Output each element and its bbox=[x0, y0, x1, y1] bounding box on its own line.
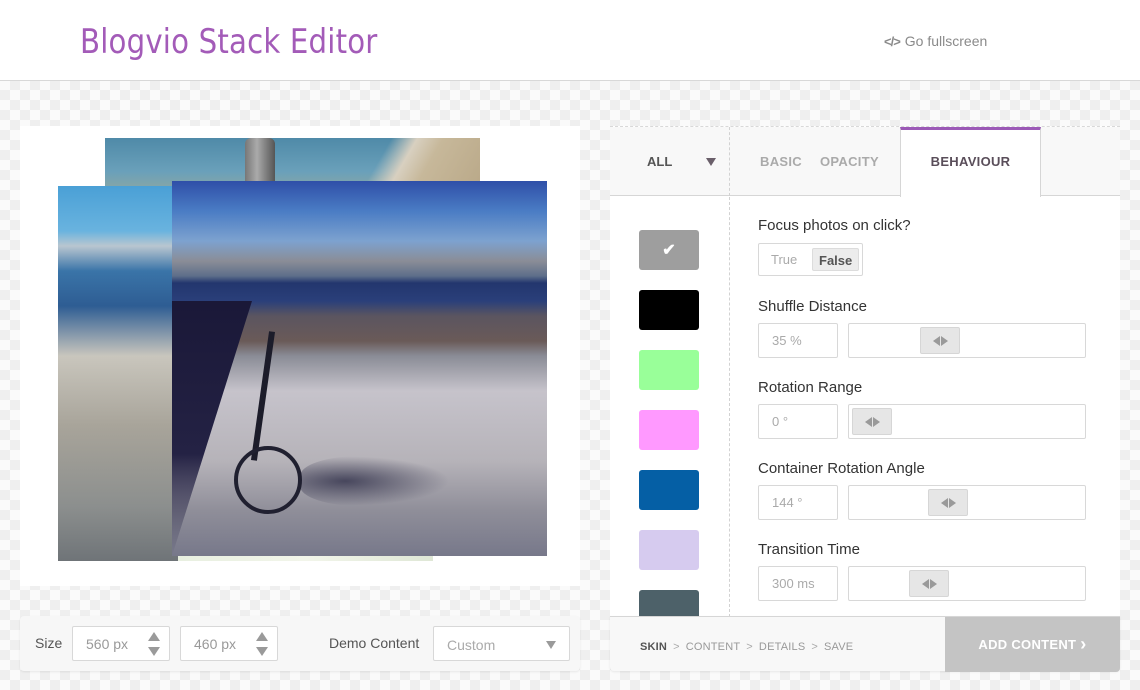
demo-content-value: Custom bbox=[447, 637, 496, 653]
skin-swatch-pink[interactable] bbox=[639, 410, 699, 450]
bike-shadow bbox=[300, 456, 450, 506]
check-icon: ✔ bbox=[662, 242, 676, 259]
focus-false-option[interactable]: False bbox=[812, 248, 860, 271]
arrow-left-icon bbox=[865, 417, 872, 427]
chevron-right-icon: › bbox=[1080, 634, 1087, 654]
arrow-right-icon bbox=[949, 498, 956, 508]
transition-time-label: Transition Time bbox=[758, 541, 860, 558]
app-title: Blogvio Stack Editor bbox=[80, 22, 378, 62]
height-input[interactable]: 460 px bbox=[180, 626, 278, 661]
slider-handle[interactable] bbox=[852, 408, 892, 435]
spinner-down-icon[interactable] bbox=[256, 647, 268, 656]
slider-handle[interactable] bbox=[920, 327, 961, 354]
arrow-left-icon bbox=[933, 336, 941, 346]
step-save[interactable]: SAVE bbox=[824, 641, 853, 653]
tab-opacity[interactable]: OPACITY bbox=[820, 154, 879, 169]
slider-handle[interactable] bbox=[909, 570, 949, 597]
step-separator: > bbox=[673, 641, 680, 653]
step-content[interactable]: CONTENT bbox=[686, 641, 741, 653]
code-icon: </> bbox=[884, 33, 901, 49]
go-fullscreen-label: Go fullscreen bbox=[904, 33, 988, 49]
focus-photos-toggle[interactable]: True False bbox=[758, 243, 863, 276]
arrow-right-icon bbox=[873, 417, 880, 427]
height-spinner[interactable] bbox=[256, 632, 268, 656]
photo-front[interactable] bbox=[172, 181, 547, 556]
stack-preview bbox=[20, 126, 580, 586]
arrow-left-icon bbox=[922, 579, 929, 589]
bike-frame bbox=[250, 331, 276, 461]
skin-swatches: ✔ bbox=[610, 197, 730, 617]
arrow-right-icon bbox=[930, 579, 937, 589]
rotation-range-label: Rotation Range bbox=[758, 379, 863, 396]
skin-swatch-slate[interactable] bbox=[639, 590, 699, 617]
step-separator: > bbox=[746, 641, 753, 653]
wizard-footer: SKIN > CONTENT > DETAILS > SAVE ADD CONT… bbox=[610, 616, 1120, 672]
rotation-range-slider[interactable] bbox=[848, 404, 1086, 439]
filter-all-label: ALL bbox=[647, 154, 673, 169]
container-rotation-input[interactable]: 144 ° bbox=[758, 485, 838, 520]
width-spinner[interactable] bbox=[148, 632, 160, 656]
skin-swatch-blue[interactable] bbox=[639, 470, 699, 510]
spinner-down-icon[interactable] bbox=[148, 647, 160, 656]
skin-swatch-green[interactable] bbox=[639, 350, 699, 390]
size-toolbar: Size 560 px 460 px Demo Content Custom bbox=[20, 616, 580, 671]
bike-wheel bbox=[234, 446, 302, 514]
focus-photos-label: Focus photos on click? bbox=[758, 217, 911, 234]
height-value: 460 px bbox=[194, 636, 237, 652]
settings-panel: ALL BASIC OPACITY BEHAVIOUR ✔ Focus phot… bbox=[610, 126, 1120, 617]
shuffle-distance-input[interactable]: 35 % bbox=[758, 323, 838, 358]
demo-content-select[interactable]: Custom bbox=[433, 626, 570, 661]
spinner-up-icon[interactable] bbox=[148, 632, 160, 641]
focus-true-option[interactable]: True bbox=[765, 248, 803, 271]
skin-swatch-lavender[interactable] bbox=[639, 530, 699, 570]
go-fullscreen-link[interactable]: </> Go fullscreen bbox=[884, 33, 987, 49]
shuffle-distance-slider[interactable] bbox=[848, 323, 1086, 358]
wall-shadow bbox=[172, 301, 252, 556]
transition-time-slider[interactable] bbox=[848, 566, 1086, 601]
shuffle-distance-label: Shuffle Distance bbox=[758, 298, 867, 315]
step-skin[interactable]: SKIN bbox=[640, 641, 667, 653]
transition-time-input[interactable]: 300 ms bbox=[758, 566, 838, 601]
demo-content-label: Demo Content bbox=[329, 635, 420, 651]
tab-basic[interactable]: BASIC bbox=[760, 154, 802, 169]
slider-handle[interactable] bbox=[928, 489, 968, 516]
container-rotation-slider[interactable] bbox=[848, 485, 1086, 520]
tab-behaviour[interactable]: BEHAVIOUR bbox=[900, 127, 1041, 197]
wizard-steps: SKIN > CONTENT > DETAILS > SAVE bbox=[640, 641, 853, 653]
width-value: 560 px bbox=[86, 636, 129, 652]
caret-down-icon bbox=[546, 641, 556, 649]
add-content-label: ADD CONTENT bbox=[978, 637, 1077, 652]
caret-down-icon bbox=[706, 158, 716, 166]
add-content-button[interactable]: ADD CONTENT › bbox=[945, 617, 1120, 672]
step-separator: > bbox=[811, 641, 818, 653]
header: Blogvio Stack Editor </> Go fullscreen bbox=[0, 0, 1140, 81]
container-rotation-label: Container Rotation Angle bbox=[758, 460, 925, 477]
arrow-left-icon bbox=[941, 498, 948, 508]
width-input[interactable]: 560 px bbox=[72, 626, 170, 661]
rotation-range-input[interactable]: 0 ° bbox=[758, 404, 838, 439]
filter-all-dropdown[interactable]: ALL bbox=[610, 127, 730, 196]
arrow-right-icon bbox=[941, 336, 949, 346]
skin-swatch-black[interactable] bbox=[639, 290, 699, 330]
step-details[interactable]: DETAILS bbox=[759, 641, 805, 653]
skin-swatch-gray[interactable]: ✔ bbox=[639, 230, 699, 270]
tab-behaviour-label: BEHAVIOUR bbox=[930, 154, 1011, 169]
spinner-up-icon[interactable] bbox=[256, 632, 268, 641]
size-label: Size bbox=[35, 635, 63, 651]
tabs-bar: ALL BASIC OPACITY BEHAVIOUR bbox=[610, 127, 1120, 197]
